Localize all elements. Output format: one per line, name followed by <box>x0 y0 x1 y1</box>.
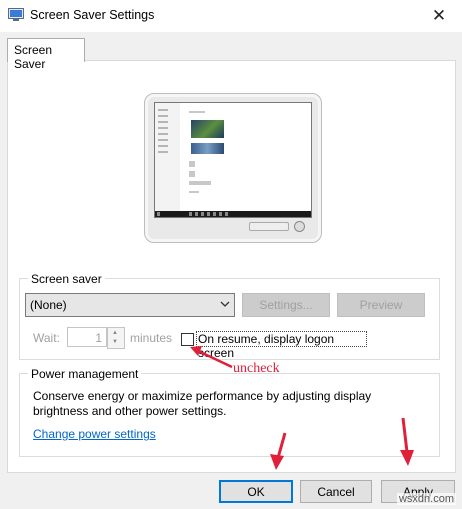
resume-logon-checkbox[interactable] <box>181 333 194 346</box>
title-bar: Screen Saver Settings ✕ <box>0 0 462 32</box>
selected-screen-saver: (None) <box>30 298 67 312</box>
preview-line <box>189 191 199 193</box>
preview-screen <box>154 102 312 218</box>
change-power-settings-link[interactable]: Change power settings <box>33 427 156 441</box>
monitor-power-knob <box>294 221 305 232</box>
chevron-down-icon <box>220 301 230 307</box>
preview-line <box>189 171 195 177</box>
screen-saver-group-label: Screen saver <box>28 272 105 286</box>
watermark: wsxdn.com <box>396 493 456 505</box>
minutes-label: minutes <box>130 331 173 345</box>
screen-saver-select[interactable]: (None) <box>25 293 235 317</box>
resume-logon-label[interactable]: On resume, display logon screen <box>196 331 367 360</box>
preview-line <box>189 161 195 167</box>
preview-taskbar <box>155 211 311 217</box>
window-title: Screen Saver Settings <box>30 8 155 22</box>
power-description-line-2: brightness and other power settings. <box>33 404 227 418</box>
spin-up-icon: ▲ <box>112 330 118 336</box>
settings-button[interactable]: Settings... <box>242 293 330 317</box>
tab-label: Screen Saver <box>14 43 53 71</box>
wait-input[interactable]: 1 <box>67 327 107 347</box>
wait-spinner[interactable]: ▲ ▼ <box>107 327 125 349</box>
power-management-label: Power management <box>28 367 142 381</box>
close-button[interactable]: ✕ <box>416 0 462 32</box>
screen-saver-app-icon <box>8 8 24 21</box>
spin-down-icon: ▼ <box>112 339 118 345</box>
preview-wallpaper-thumb <box>191 120 224 138</box>
preview-line <box>189 111 205 113</box>
preview-line <box>189 181 211 185</box>
tab-screen-saver[interactable]: Screen Saver <box>7 38 85 71</box>
monitor-preview <box>144 93 322 243</box>
preview-settings-sidebar <box>155 103 180 211</box>
cancel-button[interactable]: Cancel <box>300 480 372 503</box>
uncheck-annotation: uncheck <box>233 361 280 376</box>
power-description-line-1: Conserve energy or maximize performance … <box>33 389 372 403</box>
close-icon: ✕ <box>431 6 447 25</box>
monitor-slot <box>249 222 289 231</box>
preview-button[interactable]: Preview <box>337 293 425 317</box>
preview-theme-thumbs <box>191 143 224 154</box>
wait-label: Wait: <box>33 331 60 345</box>
ok-button[interactable]: OK <box>219 480 293 503</box>
